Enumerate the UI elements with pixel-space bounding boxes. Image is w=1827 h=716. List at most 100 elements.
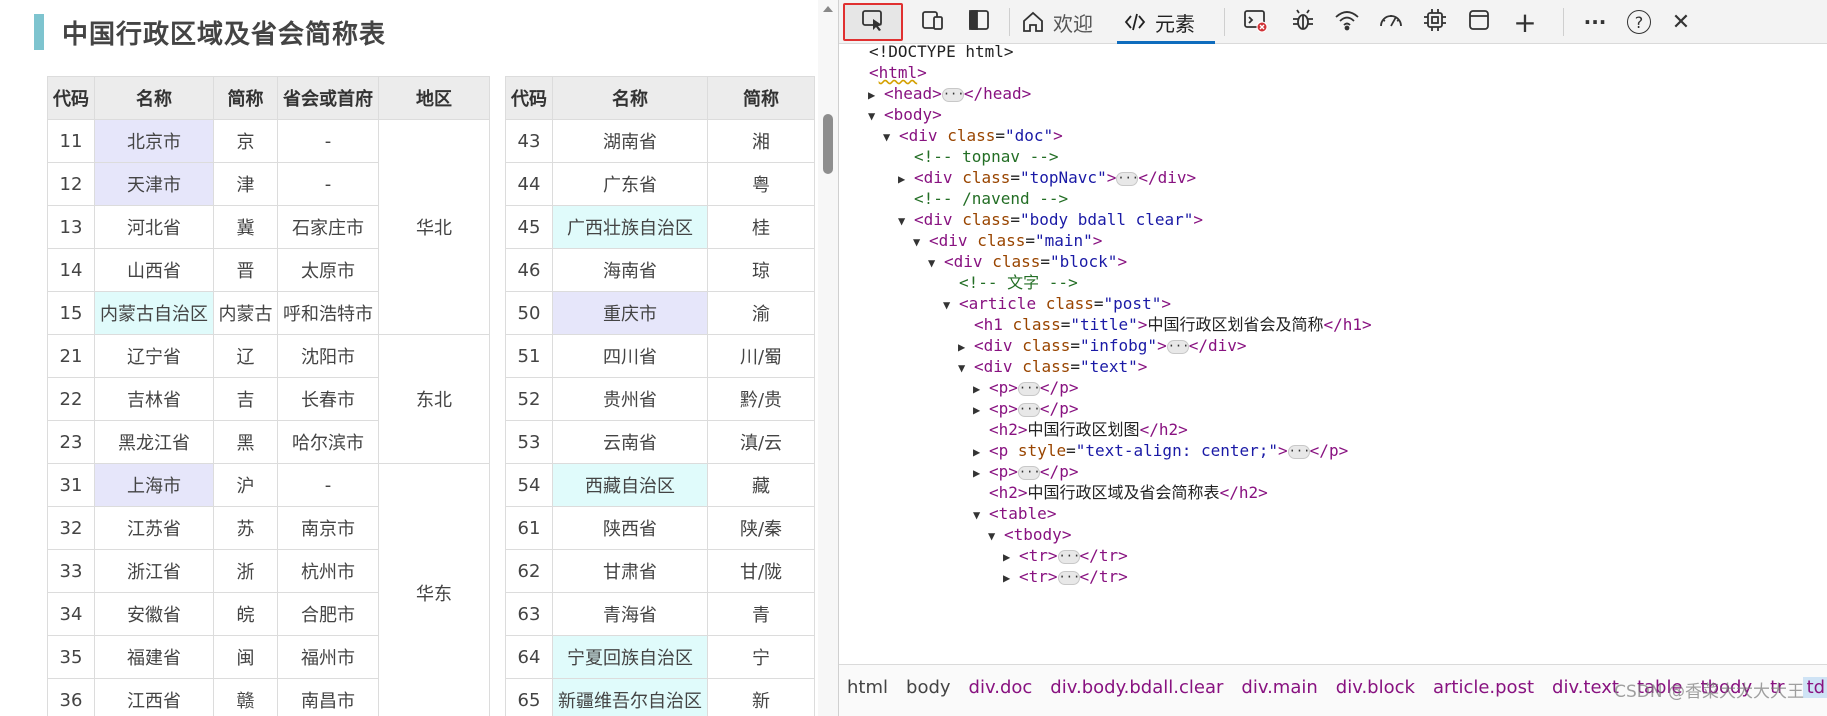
tab-elements[interactable]: 元素 bbox=[1117, 0, 1215, 44]
dom-token: p bbox=[998, 441, 1009, 460]
dom-token: > bbox=[1068, 378, 1079, 397]
dom-token: < bbox=[884, 84, 894, 103]
inspect-element-button[interactable] bbox=[843, 3, 903, 41]
expand-arrow-icon[interactable]: ▼ bbox=[913, 230, 929, 254]
cell-name: 贵州省 bbox=[552, 377, 708, 421]
dom-token: head bbox=[983, 84, 1022, 103]
expand-arrow-icon[interactable]: ▼ bbox=[988, 524, 1004, 548]
collapsed-children-button[interactable]: ··· bbox=[1057, 549, 1080, 564]
memory-tool-button[interactable] bbox=[1415, 3, 1455, 41]
sources-tool-button[interactable] bbox=[1283, 3, 1323, 41]
dom-token: < bbox=[989, 462, 999, 481]
column-header-region: 地区 bbox=[378, 76, 490, 120]
dom-token: < bbox=[989, 399, 999, 418]
cell-code: 22 bbox=[47, 377, 95, 421]
breadcrumb-item[interactable]: div.main bbox=[1241, 677, 1317, 698]
cell-code: 13 bbox=[47, 205, 95, 249]
dom-token: </ bbox=[1039, 462, 1060, 481]
dom-token: > bbox=[1047, 546, 1058, 565]
device-emulation-button[interactable] bbox=[911, 3, 955, 41]
collapsed-children-button[interactable]: ··· bbox=[1116, 171, 1139, 186]
dom-token: "block" bbox=[1050, 252, 1118, 271]
cell-capital: 呼和浩特市 bbox=[277, 291, 379, 335]
breadcrumb-item[interactable]: article.post bbox=[1433, 677, 1534, 698]
cell-code: 65 bbox=[505, 678, 553, 716]
expand-arrow-icon[interactable]: ▼ bbox=[943, 293, 959, 317]
breadcrumb-item[interactable]: div.text bbox=[1552, 677, 1619, 698]
network-tool-button[interactable] bbox=[1327, 3, 1367, 41]
dom-token: = bbox=[1010, 210, 1020, 229]
cell-code: 15 bbox=[47, 291, 95, 335]
dom-token: = bbox=[1060, 315, 1071, 334]
dom-token: </ bbox=[1139, 420, 1159, 439]
tab-welcome[interactable]: 欢迎 bbox=[1021, 0, 1093, 44]
collapse-arrow-icon[interactable]: ▶ bbox=[1003, 566, 1019, 590]
collapsed-children-button[interactable]: ··· bbox=[941, 87, 965, 102]
cell-region: 华东 bbox=[378, 463, 490, 716]
table-row: 31 上海市沪 - 华东 bbox=[47, 463, 490, 716]
cell-name: 湖南省 bbox=[552, 119, 708, 163]
more-tools-button[interactable]: ··· bbox=[1575, 3, 1615, 41]
scroll-up-arrow-icon[interactable] bbox=[823, 6, 833, 12]
expand-arrow-icon[interactable]: ▼ bbox=[868, 104, 884, 128]
cell-abbr: 辽 bbox=[213, 334, 278, 378]
expand-arrow-icon[interactable]: ▼ bbox=[928, 251, 944, 275]
cell-name: 陕西省 bbox=[552, 506, 708, 550]
dom-token: < bbox=[1019, 567, 1029, 586]
expand-arrow-icon[interactable]: ▼ bbox=[958, 356, 974, 380]
application-tool-button[interactable] bbox=[1459, 3, 1499, 41]
console-tool-button[interactable] bbox=[1235, 3, 1275, 41]
collapsed-children-button[interactable]: ··· bbox=[1017, 402, 1041, 417]
breadcrumb-item[interactable]: html bbox=[847, 677, 888, 698]
help-button[interactable]: ? bbox=[1619, 3, 1659, 41]
web-page-content: 中国行政区域及省会简称表 代码 名称 简称 省会或首府 地区 11 北京市京 - 华北… bbox=[0, 0, 838, 716]
cell-capital: 合肥市 bbox=[277, 592, 379, 636]
cell-code: 32 bbox=[47, 506, 95, 550]
expand-arrow-icon[interactable]: ▼ bbox=[898, 209, 914, 233]
dom-token: class bbox=[992, 252, 1041, 271]
dom-token: class bbox=[962, 168, 1011, 187]
cell-name: 上海市 bbox=[94, 463, 214, 507]
dom-token: h2 bbox=[1238, 483, 1259, 502]
dom-token: > bbox=[1193, 210, 1204, 229]
cell-abbr: 皖 bbox=[213, 592, 278, 636]
cell-name: 天津市 bbox=[94, 162, 214, 206]
expand-arrow-icon[interactable]: ▼ bbox=[973, 503, 989, 527]
breadcrumb-item[interactable]: body bbox=[906, 677, 951, 698]
breadcrumb-item[interactable]: div.doc bbox=[969, 677, 1033, 698]
collapsed-children-button[interactable]: ··· bbox=[1057, 570, 1080, 585]
performance-tool-button[interactable] bbox=[1371, 3, 1411, 41]
collapsed-children-button[interactable]: ··· bbox=[1287, 444, 1310, 459]
close-devtools-button[interactable]: ✕ bbox=[1661, 3, 1701, 41]
page-scrollbar[interactable] bbox=[818, 0, 838, 716]
dom-tree-view[interactable]: <!DOCTYPE html> <html> ▶ <head>···</head> ▼ <… bbox=[839, 44, 1827, 664]
dom-token: > bbox=[1258, 483, 1268, 502]
dom-token: h2 bbox=[998, 420, 1018, 439]
cell-abbr: 宁 bbox=[707, 635, 815, 679]
add-tab-button[interactable]: + bbox=[1505, 3, 1545, 41]
dock-icon bbox=[966, 7, 992, 37]
cell-code: 31 bbox=[47, 463, 95, 507]
cell-code: 61 bbox=[505, 506, 553, 550]
dom-token: "doc" bbox=[1005, 126, 1054, 145]
breadcrumb-item[interactable]: td bbox=[1802, 677, 1827, 698]
dom-token bbox=[1013, 336, 1023, 355]
cell-capital: 长春市 bbox=[277, 377, 379, 421]
dom-token: article bbox=[968, 294, 1037, 313]
cell-abbr: 津 bbox=[213, 162, 278, 206]
dom-node[interactable]: ▶ <tr>···</tr> bbox=[1003, 565, 1128, 589]
breadcrumb-item[interactable]: div.body.bdall.clear bbox=[1050, 677, 1223, 698]
dock-side-button[interactable] bbox=[957, 3, 1001, 41]
collapsed-children-button[interactable]: ··· bbox=[1017, 381, 1041, 396]
collapsed-children-button[interactable]: ··· bbox=[1017, 465, 1041, 480]
dom-token: div bbox=[1207, 336, 1237, 355]
expand-arrow-icon[interactable]: ▼ bbox=[883, 125, 899, 149]
dom-token: > bbox=[1068, 462, 1079, 481]
dom-token: tr bbox=[1098, 567, 1119, 586]
collapsed-children-button[interactable]: ··· bbox=[1166, 339, 1189, 354]
scrollbar-thumb[interactable] bbox=[823, 114, 833, 174]
cell-code: 44 bbox=[505, 162, 553, 206]
dom-token: div bbox=[953, 252, 983, 271]
dom-token: head bbox=[893, 84, 933, 103]
breadcrumb-item[interactable]: div.block bbox=[1336, 677, 1415, 698]
